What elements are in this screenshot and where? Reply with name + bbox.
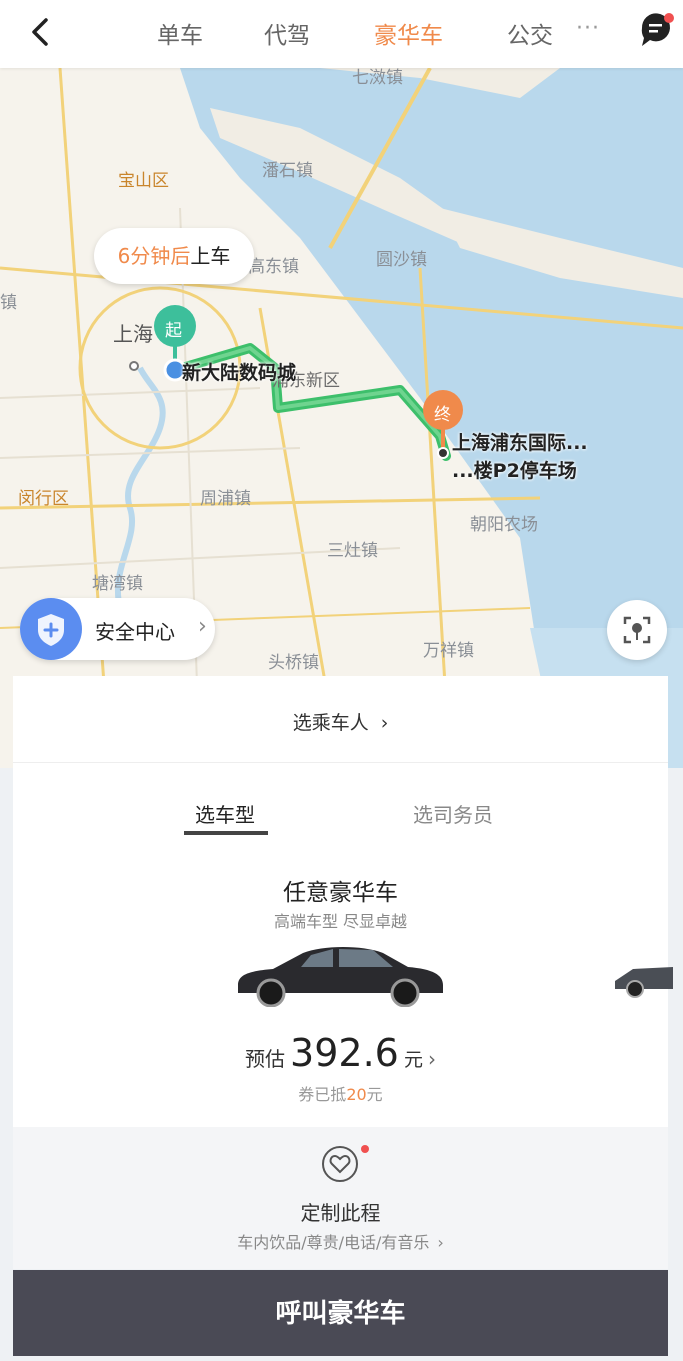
map-label: 圆沙镇 [376, 250, 427, 270]
car-class-title: 任意豪华车 [283, 880, 398, 906]
fare-amount: 392.6 [290, 1031, 399, 1075]
map-label: 潘石镇 [262, 161, 313, 181]
map-label: 头桥镇 [268, 653, 319, 673]
pickup-eta-bubble: 6分钟后上车 [94, 228, 254, 284]
map-label: 朝阳农场 [470, 515, 538, 535]
message-icon[interactable] [636, 10, 676, 54]
chevron-right-icon: › [198, 614, 207, 639]
coupon-unit: 元 [366, 1085, 383, 1104]
map-label: 上海 [113, 322, 153, 346]
destination-marker-label: 终 [434, 405, 451, 425]
coupon-text: 券已抵 [298, 1085, 347, 1104]
map-label: 宝山区 [118, 171, 169, 191]
fare-unit: 元 [403, 1049, 423, 1071]
coupon-amount: 20 [346, 1085, 367, 1104]
origin-name: 新大陆数码城 [182, 362, 297, 384]
service-tabs: : 单车 代驾 豪华车 公交 [90, 0, 610, 68]
safety-center-button[interactable]: 安全中心 › [20, 598, 215, 660]
tab-bike[interactable]: 单车 [157, 16, 203, 50]
next-car-preview-image[interactable] [613, 951, 673, 999]
map-label: 镇 [0, 293, 17, 313]
locate-me-button[interactable] [607, 600, 667, 660]
customize-trip-section[interactable]: 定制此程 车内饮品/尊贵/电话/有音乐 › [13, 1127, 668, 1269]
tab-bus[interactable]: 公交 [507, 16, 553, 50]
tab-driver[interactable]: 选司务员 [413, 799, 493, 828]
map-label: 高东镇 [248, 257, 299, 277]
map-label: 塘湾镇 [92, 574, 143, 594]
more-tabs-icon[interactable]: ··· [576, 16, 600, 41]
back-arrow-icon[interactable] [24, 14, 60, 50]
call-luxury-car-button[interactable]: 呼叫豪华车 [13, 1270, 668, 1356]
top-nav-bar: : 单车 代驾 豪华车 公交 ··· [0, 0, 683, 68]
chevron-right-icon: › [428, 1047, 437, 1071]
heart-icon [322, 1146, 358, 1182]
shield-icon [20, 598, 82, 660]
safety-center-label: 安全中心 [95, 620, 175, 644]
car-selection-section: 选车型 选司务员 任意豪华车 高端车型 尽显卓越 预估 392.6 元 › 券已… [13, 763, 673, 1127]
fare-prefix: 预估 [244, 1047, 285, 1071]
chevron-right-icon: › [437, 1233, 444, 1252]
select-passenger-label: 选乘车人 [292, 712, 369, 734]
coupon-discount: 券已抵20元 [13, 1081, 668, 1105]
route-map[interactable]: 七滧镇 宝山区 潘石镇 高东镇 圆沙镇 上海 浦东新区 闵行区 周浦镇 朝阳农场… [0, 68, 683, 768]
map-label: 七滧镇 [352, 68, 403, 88]
car-class-subtitle: 高端车型 尽显卓越 [273, 912, 408, 931]
chevron-right-icon: › [380, 712, 389, 734]
notification-dot [361, 1145, 369, 1153]
eta-minutes: 6分钟后 [117, 244, 191, 268]
map-label: 闵行区 [18, 489, 69, 509]
select-passenger-row[interactable]: 选乘车人 › [13, 676, 668, 763]
customize-title: 定制此程 [300, 1201, 381, 1225]
locate-icon [623, 616, 651, 644]
tab-designated-driver[interactable]: 代驾 [264, 16, 310, 50]
map-label: 三灶镇 [327, 541, 378, 561]
origin-marker-label: 起 [165, 321, 182, 341]
map-canvas [0, 68, 683, 768]
eta-action: 上车 [190, 244, 231, 268]
tab-luxury-car[interactable]: 豪华车 [374, 16, 443, 50]
sedan-car-image[interactable] [233, 935, 448, 1007]
map-label: 万祥镇 [423, 641, 474, 661]
fare-estimate[interactable]: 预估 392.6 元 › [13, 1031, 668, 1075]
destination-name-line2: ...楼P2停车场 [452, 460, 577, 482]
customize-subtitle: 车内饮品/尊贵/电话/有音乐 [237, 1233, 430, 1252]
map-label: 周浦镇 [200, 489, 251, 509]
active-tab-indicator [184, 831, 268, 835]
tab-car-type[interactable]: 选车型 [195, 799, 255, 828]
destination-name-line1: 上海浦东国际... [452, 432, 588, 454]
